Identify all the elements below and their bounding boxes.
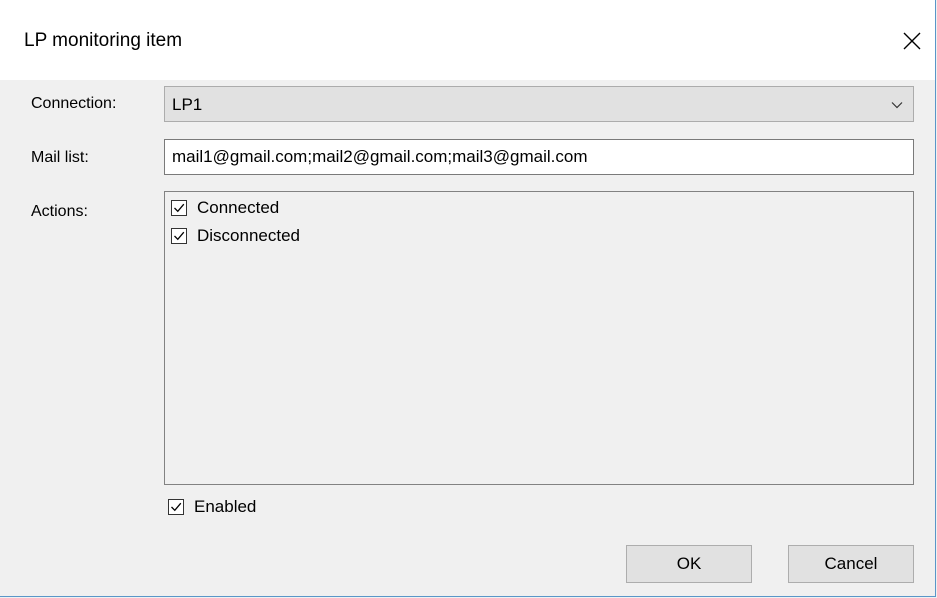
action-item-disconnected[interactable]: Disconnected [171, 226, 300, 246]
checkmark-icon [174, 231, 185, 241]
mail-list-label: Mail list: [31, 149, 89, 166]
close-button[interactable] [889, 18, 935, 64]
connected-label: Connected [197, 198, 280, 217]
window-title: LP monitoring item [24, 30, 183, 51]
disconnected-checkbox[interactable] [171, 228, 187, 244]
ok-button[interactable]: OK [626, 545, 752, 583]
checkmark-icon [174, 203, 185, 213]
title-bar: LP monitoring item [0, 0, 935, 80]
chevron-down-icon [891, 102, 903, 109]
dialog-window: LP monitoring item Connection: LP1 Mail … [0, 0, 936, 597]
connected-checkbox[interactable] [171, 200, 187, 216]
close-icon [903, 32, 921, 50]
cancel-button[interactable]: Cancel [788, 545, 914, 583]
connection-selected-value: LP1 [172, 95, 203, 114]
enabled-checkbox[interactable] [168, 499, 184, 515]
mail-list-input[interactable] [164, 139, 914, 175]
enabled-option[interactable]: Enabled [168, 497, 256, 517]
connection-dropdown[interactable]: LP1 [164, 86, 914, 122]
enabled-label: Enabled [194, 497, 257, 516]
checkmark-icon [171, 502, 182, 512]
action-item-connected[interactable]: Connected [171, 198, 279, 218]
actions-checklist: Connected Disconnected [164, 191, 914, 485]
connection-label: Connection: [31, 95, 117, 112]
actions-label: Actions: [31, 203, 88, 220]
disconnected-label: Disconnected [197, 226, 301, 245]
